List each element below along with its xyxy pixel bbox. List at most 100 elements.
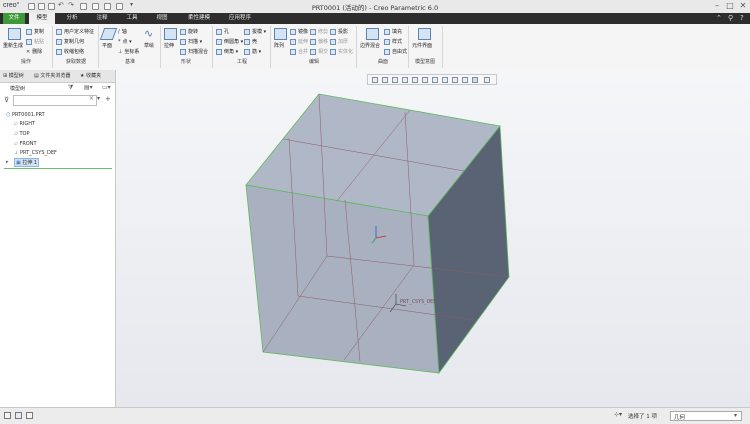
paste-button[interactable]: 粘贴 <box>26 38 44 45</box>
group-model-intent[interactable]: 模型意图 <box>410 58 440 67</box>
pattern-icon[interactable] <box>274 28 287 40</box>
add-icon[interactable]: + <box>105 95 111 103</box>
group-engineering[interactable]: 工程 <box>216 58 268 67</box>
hole-button[interactable]: 孔 <box>216 28 229 35</box>
help-icon[interactable]: ? <box>740 14 744 22</box>
refit-icon[interactable] <box>372 77 378 83</box>
project-button[interactable]: 投影 <box>330 28 348 35</box>
tab-tools[interactable]: 工具 <box>120 13 144 24</box>
sketch-icon[interactable]: ∿ <box>144 27 153 40</box>
shell-button[interactable]: 壳 <box>244 38 257 45</box>
tree-filter-icon[interactable]: ⧩ <box>68 84 73 92</box>
tree-item-top[interactable]: ⏥ TOP <box>14 131 29 137</box>
intersect-button[interactable]: 相交 <box>310 48 328 55</box>
tree-item-right[interactable]: ⏥ RIGHT <box>14 121 35 127</box>
pause-animation-icon[interactable] <box>484 77 490 83</box>
minimize-icon[interactable]: – <box>712 1 722 10</box>
perspective-icon[interactable] <box>442 77 448 83</box>
tab-file[interactable]: 文件 <box>3 13 25 24</box>
tab-analysis[interactable]: 分析 <box>60 13 84 24</box>
offset-button[interactable]: 偏移 <box>310 38 328 45</box>
solidify-button[interactable]: 实体化 <box>330 48 353 55</box>
filter-icon[interactable]: ⊽ <box>4 96 9 104</box>
shrinkwrap-button[interactable]: 收缩包络 <box>56 48 84 55</box>
expand-icon[interactable]: ▾ <box>97 95 100 102</box>
clear-search-icon[interactable]: × <box>89 95 94 102</box>
rib-button[interactable]: 筋 ▾ <box>244 48 261 55</box>
saved-orientations-icon[interactable] <box>422 77 428 83</box>
model-viewport[interactable] <box>116 70 750 407</box>
chamfer-button[interactable]: 倒角 ▾ <box>216 48 238 55</box>
group-datum[interactable]: 基准 <box>102 58 158 67</box>
display-style-icon[interactable] <box>412 77 418 83</box>
tree-search-input[interactable] <box>13 95 97 106</box>
trim-button[interactable]: 修剪 <box>310 28 328 35</box>
sweep-button[interactable]: 扫描 ▾ <box>180 38 202 45</box>
search-icon[interactable]: ⚲ <box>728 14 733 22</box>
zoom-in-icon[interactable] <box>382 77 388 83</box>
thicken-button[interactable]: 加厚 <box>330 38 348 45</box>
tab-flexible-modeling[interactable]: 柔性建模 <box>182 13 216 24</box>
sketch-button[interactable]: 草绘 <box>144 42 154 49</box>
repaint-icon[interactable] <box>402 77 408 83</box>
boundary-blend-icon[interactable] <box>366 28 379 40</box>
revolve-button[interactable]: 旋转 <box>180 28 198 35</box>
round-button[interactable]: 倒圆角 ▾ <box>216 38 243 45</box>
fill-button[interactable]: 填充 <box>384 28 402 35</box>
tree-item-front[interactable]: ⏥ FRONT <box>14 141 37 147</box>
tab-annotate[interactable]: 注释 <box>90 13 114 24</box>
copy-geometry-button[interactable]: 复制几何 <box>56 38 84 45</box>
graphics-window[interactable]: PRT_CSYS_DEF <box>116 70 750 407</box>
extrude-button[interactable]: 拉伸 <box>164 42 174 49</box>
tree-item-part[interactable]: ⬡ PRT0001.PRT <box>6 112 45 118</box>
draft-button[interactable]: 拔模 ▾ <box>244 28 266 35</box>
plane-icon[interactable] <box>99 28 118 40</box>
group-surfaces[interactable]: 曲面 <box>360 58 406 67</box>
extrude-icon[interactable] <box>164 28 177 40</box>
full-screen-icon[interactable] <box>26 412 33 419</box>
smart-select-icon[interactable]: ⊹▾ <box>614 411 622 418</box>
tree-item-csys[interactable]: ⊥ PRT_CSYS_DEF <box>14 150 57 156</box>
group-operations[interactable]: 操作 <box>4 58 48 67</box>
zoom-out-icon[interactable] <box>392 77 398 83</box>
navigator-toggle-icon[interactable] <box>4 412 11 419</box>
regenerate-button[interactable]: 重新生成 <box>3 42 23 49</box>
tab-model[interactable]: 模型 <box>29 13 55 24</box>
merge-button[interactable]: 合并 <box>290 48 308 55</box>
udf-button[interactable]: 用户定义特征 <box>56 28 94 35</box>
style-button[interactable]: 样式 <box>384 38 402 45</box>
mirror-button[interactable]: 镜像 <box>290 28 308 35</box>
component-interface-button[interactable]: 元件界面 <box>412 42 432 49</box>
selection-filter-select[interactable]: 几何 ▾ <box>670 411 742 421</box>
group-shape[interactable]: 形状 <box>164 58 208 67</box>
tree-show-icon[interactable]: ▭▾ <box>102 84 111 91</box>
component-interface-icon[interactable] <box>418 28 431 40</box>
delete-button[interactable]: ✕ 删除 <box>26 48 42 55</box>
boundary-blend-button[interactable]: 边界混合 <box>360 42 380 49</box>
pattern-button[interactable]: 阵列 <box>274 42 284 49</box>
datum-display-icon[interactable] <box>452 77 458 83</box>
tab-folder-browser[interactable]: ▤ 文件夹浏览器 <box>34 72 70 81</box>
regenerate-icon[interactable] <box>8 28 21 40</box>
tree-item-extrude[interactable]: ▣ 拉伸 1 <box>14 158 40 167</box>
tab-view[interactable]: 视图 <box>150 13 174 24</box>
close-icon[interactable]: ✕ <box>738 1 748 10</box>
maximize-icon[interactable]: □ <box>725 1 735 10</box>
tab-favorites[interactable]: ★ 收藏夹 <box>80 72 101 81</box>
tab-applications[interactable]: 应用程序 <box>224 13 256 24</box>
plane-button[interactable]: 平面 <box>102 42 112 49</box>
group-edit[interactable]: 编辑 <box>274 58 354 67</box>
tab-model-tree[interactable]: ⊞ 模型树 <box>3 72 24 81</box>
annotation-display-icon[interactable] <box>462 77 468 83</box>
point-button[interactable]: * 点 ▾ <box>118 38 132 45</box>
tree-expand-icon[interactable]: ▸ <box>6 159 9 165</box>
swept-blend-button[interactable]: 扫描混合 <box>180 48 208 55</box>
freestyle-button[interactable]: 自由式 <box>384 48 407 55</box>
extend-button[interactable]: 延伸 <box>290 38 308 45</box>
axis-button[interactable]: / 轴 <box>118 28 127 35</box>
tree-settings-icon[interactable]: ▤▾ <box>84 84 93 91</box>
collapse-ribbon-icon[interactable]: ⌃ <box>716 14 722 22</box>
view-manager-icon[interactable] <box>432 77 438 83</box>
copy-button[interactable]: 复制 <box>26 28 44 35</box>
csys-button[interactable]: ⊥ 坐标系 <box>118 48 139 55</box>
